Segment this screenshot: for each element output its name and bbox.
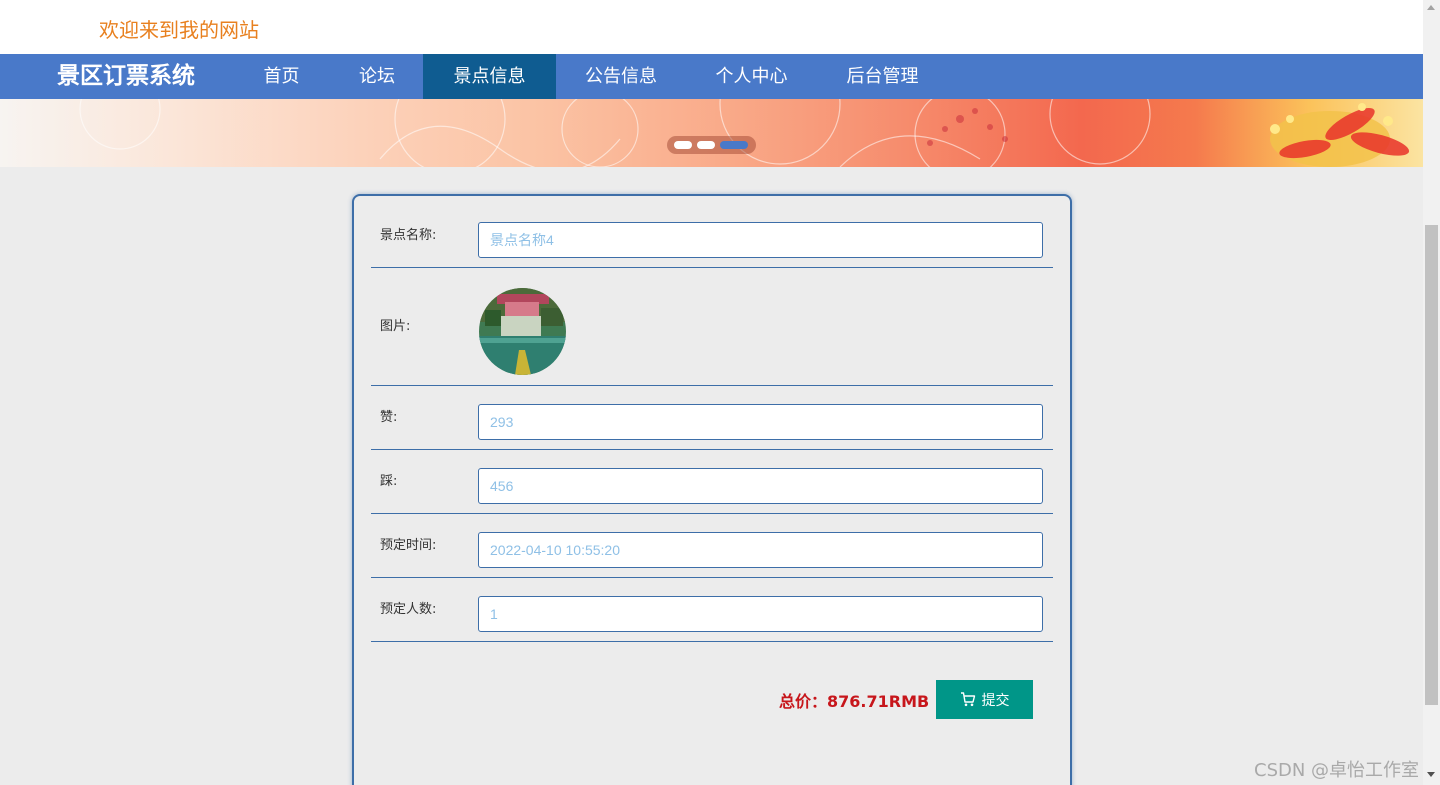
booking-time-label: 预定时间: [380, 538, 437, 553]
nav-item-home[interactable]: 首页 [237, 54, 326, 99]
attraction-photo [479, 288, 566, 375]
nav-item-admin[interactable]: 后台管理 [817, 54, 948, 99]
nav-item-forum[interactable]: 论坛 [331, 54, 423, 99]
submit-label: 提交 [981, 691, 1010, 708]
carousel-dot-3[interactable] [720, 141, 748, 149]
scrollbar-thumb[interactable] [1425, 225, 1438, 705]
people-count-field[interactable]: 1 [478, 596, 1043, 632]
main-nav: 景区订票系统 首页 论坛 景点信息 公告信息 个人中心 后台管理 [0, 54, 1423, 99]
scroll-down-arrow-icon[interactable] [1427, 772, 1435, 777]
carousel-dot-1[interactable] [674, 141, 692, 149]
banner-flower-decoration [79, 99, 1410, 167]
dislikes-label: 踩: [380, 474, 398, 489]
divider [371, 267, 1053, 268]
watermark: CSDN @卓怡工作室 [1254, 760, 1420, 781]
cart-icon [960, 692, 975, 707]
site-brand[interactable]: 景区订票系统 [57, 54, 195, 99]
scroll-up-arrow-icon[interactable] [1427, 5, 1435, 10]
submit-button[interactable]: 提交 [936, 680, 1033, 719]
divider [371, 385, 1053, 386]
carousel-dot-2[interactable] [697, 141, 715, 149]
likes-field[interactable]: 293 [478, 404, 1043, 440]
name-label: 景点名称: [380, 228, 437, 243]
divider [371, 641, 1053, 642]
name-field[interactable]: 景点名称4 [478, 222, 1043, 258]
booking-time-field[interactable]: 2022-04-10 10:55:20 [478, 532, 1043, 568]
likes-label: 赞: [380, 410, 398, 425]
total-price: 总价：876.71RMB [779, 692, 930, 711]
divider [371, 513, 1053, 514]
welcome-text: 欢迎来到我的网站 [99, 18, 259, 42]
nav-item-attractions[interactable]: 景点信息 [423, 54, 556, 99]
nav-item-personal-center[interactable]: 个人中心 [686, 54, 817, 99]
divider [371, 449, 1053, 450]
top-header: 欢迎来到我的网站 [0, 0, 1423, 54]
dislikes-field[interactable]: 456 [478, 468, 1043, 504]
carousel-indicator [667, 136, 756, 154]
nav-item-announcements[interactable]: 公告信息 [556, 54, 686, 99]
image-label: 图片: [380, 319, 411, 334]
people-count-label: 预定人数: [380, 602, 437, 617]
divider [371, 577, 1053, 578]
banner-carousel [0, 99, 1423, 167]
